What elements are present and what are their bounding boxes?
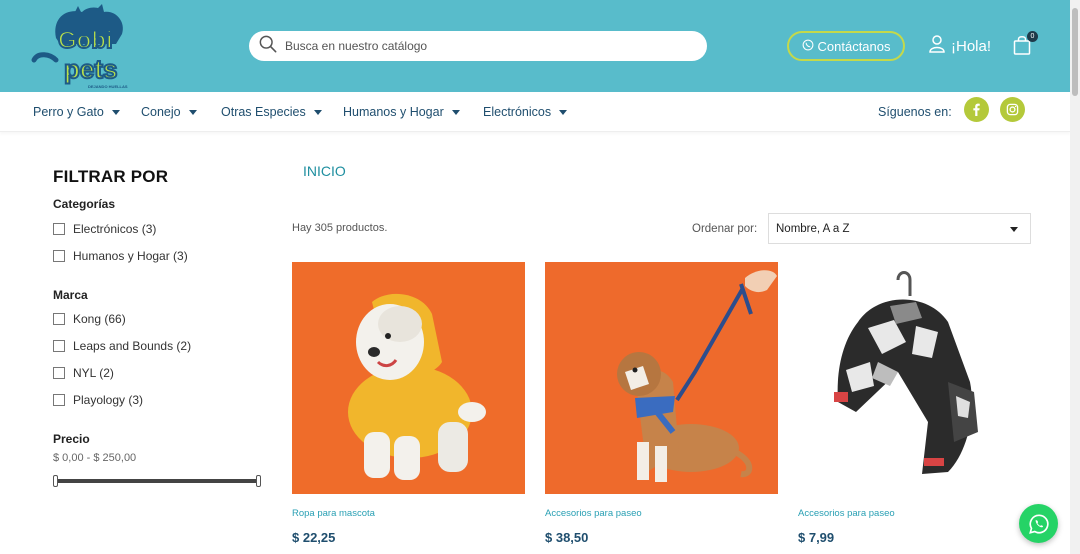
nav-item-label: Otras Especies <box>221 105 306 119</box>
cart-count-badge: 0 <box>1027 31 1038 42</box>
filter-brand-kong[interactable]: Kong (66) <box>53 312 126 326</box>
svg-text:DEJANDO HUELLAS: DEJANDO HUELLAS <box>88 84 128 89</box>
breadcrumb-home[interactable]: INICIO <box>303 163 346 179</box>
brand-heading: Marca <box>53 288 88 302</box>
price-range-text: $ 0,00 - $ 250,00 <box>53 452 137 464</box>
facebook-icon[interactable] <box>964 97 989 122</box>
product-image-dog-harness-leash[interactable] <box>545 262 778 494</box>
checkbox[interactable] <box>53 223 65 235</box>
price-heading: Precio <box>53 432 90 446</box>
product-price: $ 22,25 <box>292 530 336 545</box>
contact-button[interactable]: Contáctanos <box>787 31 905 61</box>
nav-item-label: Conejo <box>141 105 181 119</box>
nav-item-electronicos[interactable]: Electrónicos <box>483 105 568 119</box>
search-bar[interactable] <box>249 31 707 61</box>
sort-selected-value: Nombre, A a Z <box>776 222 850 235</box>
product-image-camo-harness[interactable] <box>798 262 1031 494</box>
price-slider-track <box>55 479 259 483</box>
account-link[interactable]: ¡Hola! <box>929 35 991 57</box>
caret-down-icon <box>111 109 120 115</box>
filter-label: Playology (3) <box>73 393 144 407</box>
nav-item-perro-gato[interactable]: Perro y Gato <box>33 105 120 119</box>
follow-us-label: Síguenos en: <box>878 105 952 119</box>
filter-label: Kong (66) <box>73 312 126 326</box>
product-category[interactable]: Accesorios para paseo <box>798 508 895 519</box>
product-count: Hay 305 productos. <box>292 222 388 234</box>
price-slider-min-handle[interactable] <box>53 475 58 487</box>
product-price: $ 7,99 <box>798 530 835 545</box>
checkbox[interactable] <box>53 313 65 325</box>
svg-text:Gobi: Gobi <box>58 27 113 54</box>
product-card[interactable]: Ropa para mascota $ 22,25 <box>292 262 525 545</box>
price-slider-max-handle[interactable] <box>256 475 261 487</box>
categories-heading: Categorías <box>53 197 116 211</box>
gobi-pets-logo[interactable]: Gobi pets DEJANDO HUELLAS <box>30 4 142 90</box>
checkbox[interactable] <box>53 340 65 352</box>
shopping-bag-icon <box>1013 36 1031 59</box>
caret-down-icon <box>451 109 460 115</box>
product-price: $ 38,50 <box>545 530 589 545</box>
page-scrollbar[interactable] <box>1070 0 1080 554</box>
cart-button[interactable]: 0 <box>1013 31 1038 59</box>
checkbox[interactable] <box>53 394 65 406</box>
filter-label: Leaps and Bounds (2) <box>73 339 192 353</box>
checkbox[interactable] <box>53 250 65 262</box>
instagram-icon[interactable] <box>1000 97 1025 122</box>
whatsapp-small-icon <box>802 39 814 54</box>
product-category[interactable]: Accesorios para paseo <box>545 508 642 519</box>
filter-brand-playology[interactable]: Playology (3) <box>53 393 143 407</box>
filter-label: Electrónicos (3) <box>73 222 157 236</box>
filter-label: NYL (2) <box>73 366 114 380</box>
scrollbar-thumb[interactable] <box>1072 8 1078 96</box>
caret-down-icon <box>188 109 197 115</box>
sort-label: Ordenar por: <box>692 223 758 235</box>
filter-brand-leaps-and-bounds[interactable]: Leaps and Bounds (2) <box>53 339 191 353</box>
filter-label: Humanos y Hogar (3) <box>73 249 188 263</box>
caret-down-icon <box>313 109 322 115</box>
caret-down-icon <box>559 109 568 115</box>
nav-item-conejo[interactable]: Conejo <box>141 105 197 119</box>
filter-category-humanos-hogar[interactable]: Humanos y Hogar (3) <box>53 249 188 263</box>
product-image-dog-hoodie[interactable] <box>292 262 525 494</box>
product-category[interactable]: Ropa para mascota <box>292 508 375 519</box>
whatsapp-icon[interactable] <box>1019 504 1058 543</box>
price-slider[interactable] <box>53 475 261 487</box>
caret-down-icon <box>1010 227 1018 232</box>
account-label: ¡Hola! <box>951 37 992 55</box>
search-icon[interactable] <box>259 35 277 58</box>
product-card[interactable]: Accesorios para paseo $ 7,99 <box>798 262 1031 545</box>
product-card[interactable]: Accesorios para paseo $ 38,50 <box>545 262 778 545</box>
nav-item-label: Perro y Gato <box>33 105 104 119</box>
search-input[interactable] <box>285 39 685 53</box>
nav-item-label: Electrónicos <box>483 105 552 119</box>
svg-text:pets: pets <box>64 54 117 84</box>
nav-item-otras-especies[interactable]: Otras Especies <box>221 105 322 119</box>
filter-heading: FILTRAR POR <box>53 167 169 186</box>
nav-item-humanos-hogar[interactable]: Humanos y Hogar <box>343 105 460 119</box>
nav-item-label: Humanos y Hogar <box>343 105 444 119</box>
category-nav: Perro y Gato Conejo Otras Especies Human… <box>0 92 1070 132</box>
filter-brand-nyl[interactable]: NYL (2) <box>53 366 114 380</box>
contact-button-label: Contáctanos <box>817 38 891 54</box>
filter-category-electronicos[interactable]: Electrónicos (3) <box>53 222 156 236</box>
sort-dropdown[interactable]: Nombre, A a Z <box>768 213 1031 244</box>
checkbox[interactable] <box>53 367 65 379</box>
header-bar: Gobi pets DEJANDO HUELLAS Contáctanos ¡H… <box>0 0 1070 92</box>
user-icon <box>929 35 945 57</box>
